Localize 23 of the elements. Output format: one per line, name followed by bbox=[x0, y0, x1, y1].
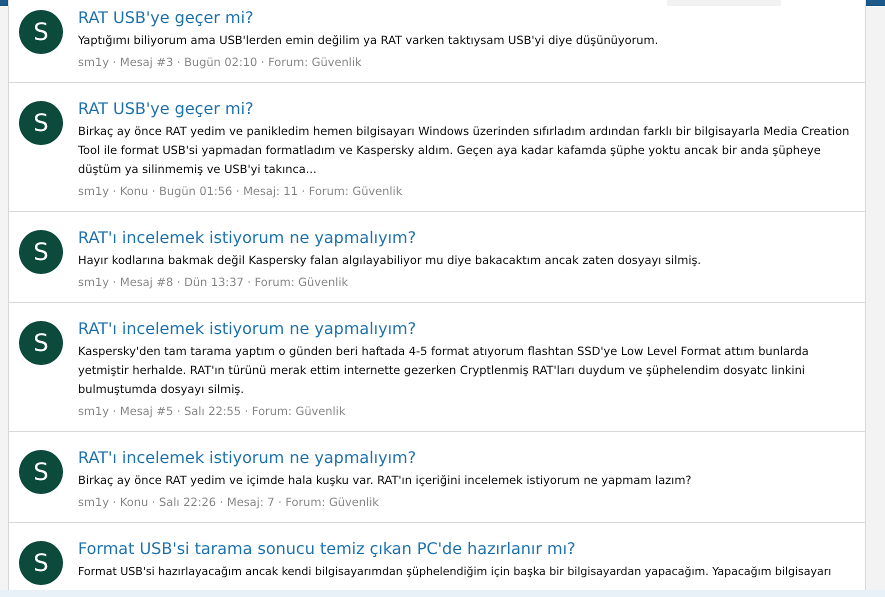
result-title[interactable]: RAT USB'ye geçer mi? bbox=[78, 99, 855, 119]
result-snippet: Birkaç ay önce RAT yedim ve içimde hala kuşku var. RAT'ın içeriğini incelemek istiyorum ne yapmam lazım? bbox=[78, 472, 692, 489]
avatar[interactable]: S bbox=[19, 321, 63, 365]
result-title[interactable]: RAT'ı incelemek istiyorum ne yapmalıyım? bbox=[78, 228, 855, 248]
result-meta: sm1y · Konu · Salı 22:26 · Mesaj: 7 · Forum: Güvenlik bbox=[78, 494, 380, 511]
result-title[interactable]: RAT'ı incelemek istiyorum ne yapmalıyım? bbox=[78, 448, 855, 468]
result-meta: sm1y · Mesaj #8 · Dün 13:37 · Forum: Güvenlik bbox=[78, 274, 350, 291]
result-snippet: Hayır kodlarına bakmak değil Kaspersky falan algılayabiliyor mu diye bakacaktım ancak zaten dosyayı silmiş. bbox=[78, 252, 702, 269]
result-snippet: Kaspersky'den tam tarama yaptım o günden beri haftada 4-5 format atıyorum flashtan SSD'ye Low Level Format attım bunlarda yetmiştir herhalde. RAT'ın türünü merak ettim internette gezerken Cryptlenmiş RAT'ları duydum ve şüphelendim dosyatc linkini bulmuştumda dosyayı silmiş. bbox=[78, 343, 810, 398]
result-snippet: Birkaç ay önce RAT yedim ve panikledim hemen bilgisayarı Windows üzerinden sıfırladım ardından farklı bir bilgisayarla Media Creation Tool ile format USB'si yapmadan formatladım ve Kaspersky aldım. Geçen aya kadar kafamda şüphe yoktu ancak bir anda şüpheye düştüm ya silinmemiş ve USB'yi takınca... bbox=[78, 123, 850, 178]
result-snippet: Format USB'si hazırlayacağım ancak kendi bilgisayarımdan şüphelendiğim için başka bir bilgisayardan yapacağım. Yapacağım bilgisayarı bbox=[78, 564, 832, 580]
result-meta: sm1y · Mesaj #5 · Salı 22:55 · Forum: Güvenlik bbox=[78, 403, 346, 420]
result-snippet: Yaptığımı biliyorum ama USB'lerden emin değilim ya RAT varken taktıysam USB'yi diye düşünüyorum. bbox=[78, 32, 660, 49]
avatar[interactable]: S bbox=[19, 450, 63, 494]
result-meta: sm1y · Konu · Bugün 01:56 · Mesaj: 11 · Forum: Güvenlik bbox=[78, 183, 404, 200]
avatar[interactable]: S bbox=[19, 101, 63, 145]
avatar[interactable]: S bbox=[19, 10, 63, 54]
avatar[interactable]: S bbox=[19, 230, 63, 274]
result-title[interactable]: RAT USB'ye geçer mi? bbox=[78, 8, 855, 28]
result-title[interactable]: RAT'ı incelemek istiyorum ne yapmalıyım? bbox=[78, 319, 855, 339]
result-title[interactable]: Format USB'si tarama sonucu temiz çıkan PC'de hazırlanır mı? bbox=[78, 539, 855, 559]
avatar[interactable]: S bbox=[19, 541, 63, 585]
result-meta: sm1y · Mesaj #3 · Bugün 02:10 · Forum: Güvenlik bbox=[78, 54, 363, 71]
